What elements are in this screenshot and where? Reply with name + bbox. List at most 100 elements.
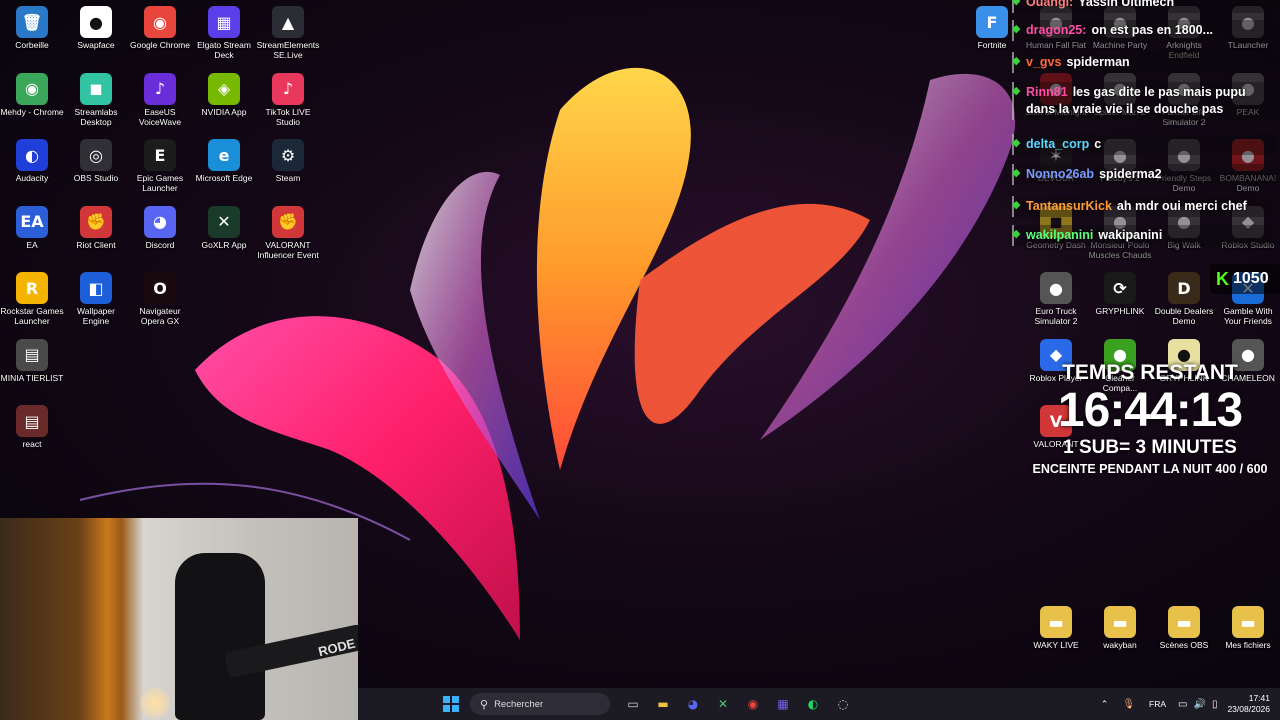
desktop-shortcut[interactable]: ♪ TikTok LIVE Studio: [256, 72, 320, 127]
rockstar-icon: R: [16, 272, 48, 304]
desktop-shortcut-label: VALORANT Influencer Event: [257, 239, 319, 260]
desktop-shortcut[interactable]: e Microsoft Edge: [192, 139, 256, 183]
discord-taskbar-icon[interactable]: ◕: [680, 691, 706, 717]
desktop-shortcut[interactable]: D Double Dealers Demo: [1152, 272, 1216, 326]
task-view-icon[interactable]: ▭: [620, 691, 646, 717]
desktop-shortcut[interactable]: ◧ Wallpaper Engine: [64, 272, 128, 326]
folder-icon: ▬: [1232, 606, 1264, 638]
network-icon[interactable]: ▭: [1178, 699, 1187, 710]
kick-counter: K 1050: [1210, 264, 1280, 294]
clock[interactable]: 17:41 23/08/2026: [1227, 693, 1270, 715]
battery-icon[interactable]: ▯: [1212, 699, 1218, 710]
start-button[interactable]: [438, 691, 464, 717]
desktop-shortcut-label: WAKY LIVE: [1033, 640, 1079, 650]
search-box[interactable]: ⚲ Rechercher: [470, 693, 610, 715]
tray-overflow-icon[interactable]: ⌃: [1101, 699, 1109, 710]
desktop-shortcut-label: TikTok LIVE Studio: [265, 106, 311, 127]
desktop-shortcut[interactable]: ✊ Riot Client: [64, 205, 128, 250]
timer-title: TEMPS RESTANT: [1062, 361, 1238, 384]
chat-message: ◆ Ouangi: Yassin Ultimech: [1012, 0, 1276, 13]
desktop-shortcut[interactable]: ▲ StreamElements SE.Live: [256, 6, 320, 60]
thumbnail-icon: ▤: [16, 405, 48, 437]
desktop-shortcut[interactable]: ◎ OBS Studio: [64, 139, 128, 183]
folder-icon: ▬: [1040, 606, 1072, 638]
desktop-shortcut[interactable]: ◉ Mehdy - Chrome: [0, 72, 64, 117]
desktop-shortcut[interactable]: ▤ react: [0, 405, 64, 449]
kick-logo-icon: K: [1216, 268, 1229, 289]
chat-text: ah mdr oui merci chef: [1116, 199, 1247, 213]
chat-text: c: [1094, 137, 1102, 151]
obs-icon: ◎: [80, 139, 112, 171]
desktop-shortcut-label: Mehdy - Chrome: [0, 106, 64, 117]
taskbar-apps: ▭ ▬ ◕ ✕ ◉ ▦ ◐ ◌: [618, 691, 858, 717]
thumbnail-icon: ▤: [16, 338, 48, 371]
desktop-shortcut[interactable]: ▦ Elgato Stream Deck: [192, 6, 256, 60]
desktop-shortcut[interactable]: ▬ Mes fichiers: [1216, 606, 1280, 650]
epic-games-icon: E: [144, 139, 176, 171]
desktop-shortcut[interactable]: ⚙ Steam: [256, 139, 320, 183]
chat-message: ◆ Rinn81 les gas dite le pas mais pupu dan…: [1012, 82, 1276, 120]
desktop-shortcut[interactable]: ▬ Scènes OBS: [1152, 606, 1216, 650]
goxlr-taskbar-icon[interactable]: ✕: [710, 691, 736, 717]
folder-icon: ▬: [1104, 606, 1136, 638]
desktop-shortcut[interactable]: 🗑 Corbeille: [0, 6, 64, 50]
desktop-shortcut[interactable]: ▬ wakyban: [1088, 606, 1152, 650]
desktop-shortcut-label: Microsoft Edge: [195, 173, 253, 183]
clock-date: 23/08/2026: [1227, 704, 1270, 714]
desktop-shortcut-label: StreamElements SE.Live: [256, 40, 320, 60]
desktop-shortcut[interactable]: ♪ EaseUS VoiceWave: [128, 72, 192, 127]
microphone-icon[interactable]: 🎙: [1122, 699, 1135, 710]
chat-badge-icon: ◆: [1012, 167, 1021, 179]
desktop-shortcut[interactable]: ✊ VALORANT Influencer Event: [256, 205, 320, 260]
desktop-shortcut[interactable]: E Epic Games Launcher: [128, 139, 192, 193]
chrome-icon: ◉: [144, 6, 176, 38]
desktop-shortcut-label: Google Chrome: [129, 40, 190, 50]
game-icon: D: [1168, 272, 1200, 304]
chat-badge-icon: ◆: [1012, 55, 1021, 67]
desktop-shortcut[interactable]: ✕ GoXLR App: [192, 205, 256, 250]
chat-message: ◆ delta_corp c: [1012, 134, 1276, 155]
chat-badge-icon: ◆: [1012, 199, 1021, 211]
mask-icon: ●: [80, 6, 112, 38]
webcam-chair: [175, 553, 265, 720]
windows-icon: [443, 696, 459, 712]
desktop-shortcut[interactable]: ▬ WAKY LIVE: [1024, 606, 1088, 650]
chat-username: Rinn81: [1026, 85, 1068, 99]
chrome-taskbar-icon[interactable]: ◉: [740, 691, 766, 717]
stream-deck-icon: ▦: [208, 6, 240, 38]
desktop-shortcut[interactable]: ⟳ GRYPHLINK: [1088, 272, 1152, 316]
desktop-shortcut-label: Human Fall Flat: [1026, 40, 1086, 50]
desktop-shortcut-label: Machine Party: [1092, 40, 1148, 50]
desktop-shortcut-label: NVIDIA App: [201, 106, 247, 117]
volume-icon[interactable]: 🔊: [1193, 699, 1205, 710]
desktop-shortcut[interactable]: ◈ NVIDIA App: [192, 72, 256, 117]
stream-deck-taskbar-icon[interactable]: ▦: [770, 691, 796, 717]
app-taskbar-icon[interactable]: ◌: [830, 691, 856, 717]
nvidia-icon: ◈: [208, 72, 240, 105]
chat-badge-icon: ◆: [1012, 23, 1021, 35]
chrome-profile-icon: ◉: [16, 72, 48, 105]
desktop-shortcut[interactable]: O Navigateur Opera GX: [128, 272, 192, 326]
system-tray: ⌃ 🎙 FRA ▭ 🔊 ▯ 17:41 23/08/2026: [1101, 688, 1280, 720]
spotify-taskbar-icon[interactable]: ◐: [800, 691, 826, 717]
desktop-shortcut[interactable]: R Rockstar Games Launcher: [0, 272, 64, 326]
desktop-shortcut-label: Swapface: [77, 40, 115, 50]
desktop-shortcut[interactable]: ◉ Google Chrome: [128, 6, 192, 50]
voicewave-icon: ♪: [144, 72, 176, 105]
desktop-shortcut[interactable]: EA EA: [0, 205, 64, 250]
file-explorer-icon[interactable]: ▬: [650, 691, 676, 717]
desktop-shortcut-label: Rockstar Games Launcher: [0, 306, 64, 326]
chat-message: ◆ Nonno26ab spiderma2: [1012, 164, 1276, 185]
language-indicator[interactable]: FRA: [1149, 699, 1166, 709]
desktop-shortcut[interactable]: ◐ Audacity: [0, 139, 64, 183]
chat-text: on est pas en 1800...: [1091, 23, 1214, 37]
game-icon: ●: [1040, 272, 1072, 304]
desktop-shortcut-label: Riot Client: [76, 239, 116, 250]
desktop-shortcut[interactable]: ● Euro Truck Simulator 2: [1024, 272, 1088, 326]
webcam-overlay: RODE: [0, 518, 358, 720]
chat-badge-icon: ◆: [1012, 137, 1021, 149]
desktop-shortcut[interactable]: ◕ Discord: [128, 205, 192, 250]
desktop-shortcut[interactable]: ◼ Streamlabs Desktop: [64, 72, 128, 127]
desktop-shortcut[interactable]: ● Swapface: [64, 6, 128, 50]
desktop-shortcut[interactable]: ▤ MINIA TIERLIST: [0, 338, 64, 383]
